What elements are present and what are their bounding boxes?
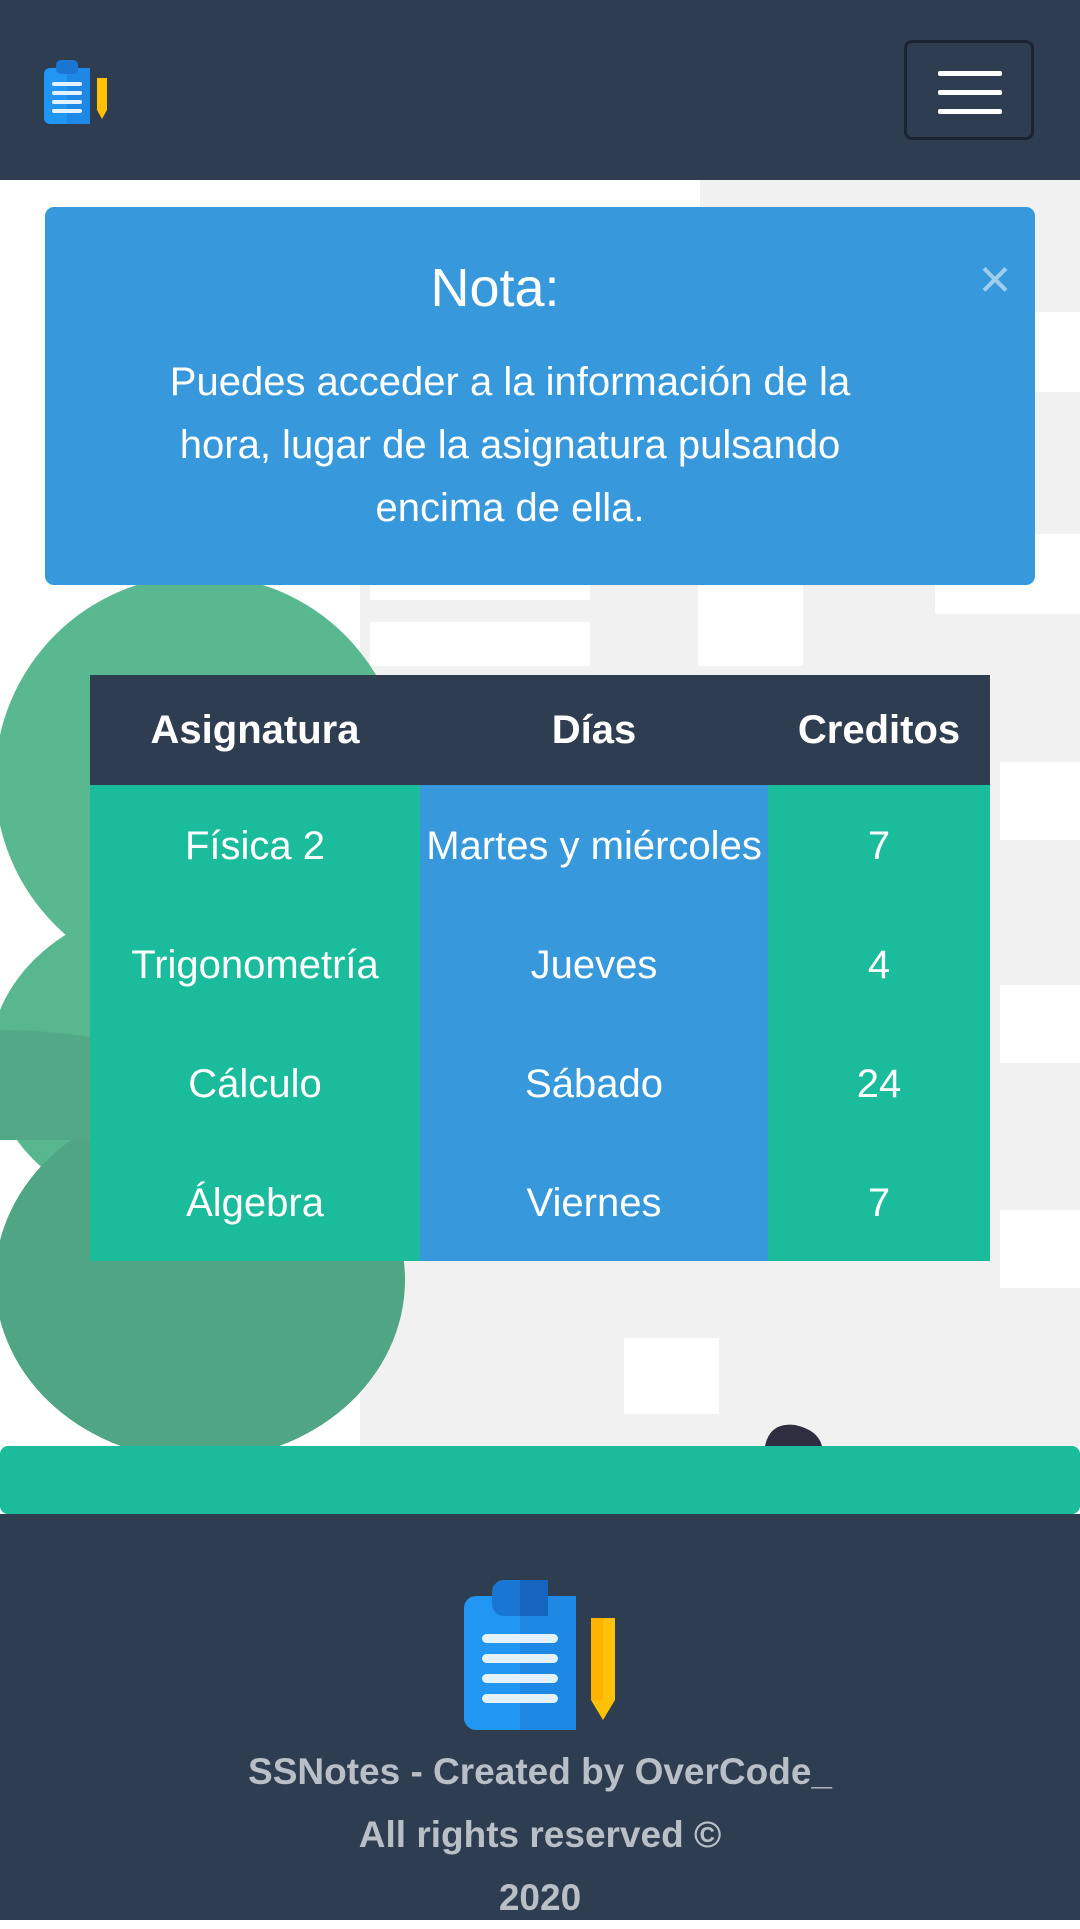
teal-divider-bar xyxy=(0,1446,1080,1514)
table-row[interactable]: Física 2 Martes y miércoles 7 xyxy=(90,785,990,904)
footer-logo-icon xyxy=(464,1580,615,1730)
navbar xyxy=(0,0,1080,180)
subjects-table: Asignatura Días Creditos Física 2 Martes… xyxy=(90,675,990,1261)
cell-creditos[interactable]: 7 xyxy=(768,1142,990,1261)
header-creditos: Creditos xyxy=(768,675,990,785)
cell-dias[interactable]: Sábado xyxy=(420,1023,768,1142)
header-dias: Días xyxy=(420,675,768,785)
app-logo-icon[interactable] xyxy=(42,58,112,128)
alert-message: Puedes acceder a la información de la ho… xyxy=(169,360,851,530)
cell-text: Cálculo xyxy=(188,1062,322,1106)
cell-text: Jueves xyxy=(530,943,658,987)
header-asignatura: Asignatura xyxy=(90,675,420,785)
footer-credits: SSNotes - Created by OverCode_ All right… xyxy=(0,1740,1080,1929)
cell-creditos[interactable]: 24 xyxy=(768,1023,990,1142)
footer-line-1: SSNotes - Created by OverCode_ xyxy=(248,1751,832,1792)
cell-asignatura[interactable]: Cálculo xyxy=(90,1023,420,1142)
alert-title: Nota: xyxy=(430,258,560,318)
cell-creditos[interactable]: 4 xyxy=(768,904,990,1023)
hamburger-menu-icon-bar xyxy=(938,109,1002,114)
cell-asignatura[interactable]: Álgebra xyxy=(90,1142,420,1261)
cell-text: Física 2 xyxy=(184,824,326,868)
table-row[interactable]: Álgebra Viernes 7 xyxy=(90,1142,990,1261)
table-row[interactable]: Cálculo Sábado 24 xyxy=(90,1023,990,1142)
close-icon[interactable]: × xyxy=(965,249,1025,309)
cell-dias[interactable]: Viernes xyxy=(420,1142,768,1261)
cell-asignatura[interactable]: Trigonometría xyxy=(90,904,420,1023)
table-header-row: Asignatura Días Creditos xyxy=(90,675,990,785)
cell-text: 7 xyxy=(867,1181,891,1225)
cell-text: Viernes xyxy=(526,1181,662,1225)
cell-text: Martes y miércoles xyxy=(426,824,762,868)
cell-text: Álgebra xyxy=(186,1181,324,1225)
cell-text: 4 xyxy=(867,943,891,987)
cell-text: 24 xyxy=(856,1062,902,1106)
menu-toggle-button[interactable] xyxy=(904,40,1034,140)
cell-text: Trigonometría xyxy=(131,943,379,987)
cell-text: Sábado xyxy=(525,1062,663,1106)
info-alert: Nota: Puedes acceder a la información de… xyxy=(45,207,1035,585)
cell-asignatura[interactable]: Física 2 xyxy=(90,785,420,904)
cell-dias[interactable]: Martes y miércoles xyxy=(420,785,768,904)
footer-line-2: All rights reserved © xyxy=(358,1814,722,1855)
hamburger-menu-icon xyxy=(938,71,1002,76)
cell-creditos[interactable]: 7 xyxy=(768,785,990,904)
table-row[interactable]: Trigonometría Jueves 4 xyxy=(90,904,990,1023)
cell-dias[interactable]: Jueves xyxy=(420,904,768,1023)
cell-text: 7 xyxy=(867,824,891,868)
hamburger-menu-icon-bar xyxy=(938,90,1002,95)
footer: SSNotes - Created by OverCode_ All right… xyxy=(0,1514,1080,1920)
